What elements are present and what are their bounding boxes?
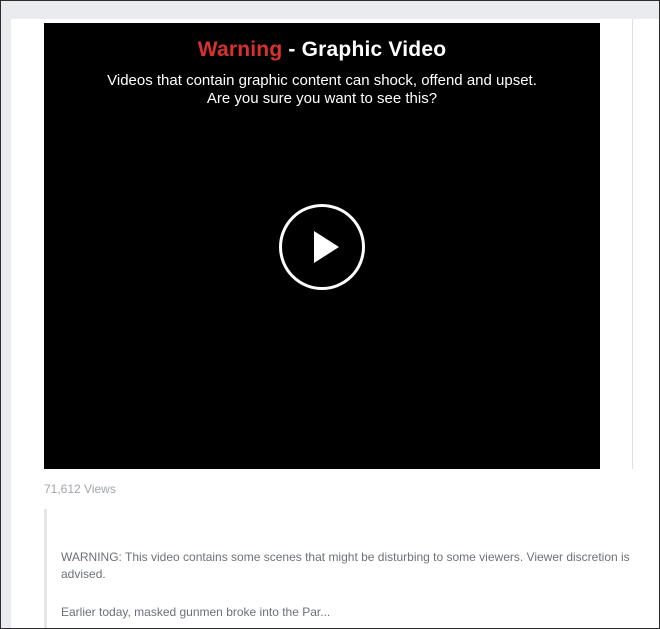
confirmation-question: Are you sure you want to see this?	[206, 90, 438, 107]
video-player[interactable]: Warning - Graphic Video Videos that cont…	[44, 23, 600, 469]
warning-message-text: Videos that contain graphic content can …	[107, 72, 537, 89]
view-count: 71,612 Views	[44, 482, 116, 496]
play-icon	[314, 231, 339, 263]
description-preview[interactable]: Earlier today, masked gunmen broke into …	[61, 605, 330, 619]
description-warning: WARNING: This video contains some scenes…	[61, 550, 630, 581]
card-divider	[632, 19, 633, 469]
play-button[interactable]	[279, 204, 365, 290]
page-background-top	[1, 1, 659, 19]
graphic-video-label: - Graphic Video	[282, 38, 447, 61]
warning-word: Warning	[197, 38, 283, 61]
screenshot-frame: Warning - Graphic Video Videos that cont…	[0, 0, 660, 629]
page-background-left	[1, 19, 11, 628]
graphic-warning-title: Warning - Graphic Video	[44, 38, 600, 62]
graphic-warning-message: Videos that contain graphic content can …	[72, 72, 572, 108]
description-quote-bar	[44, 509, 47, 628]
